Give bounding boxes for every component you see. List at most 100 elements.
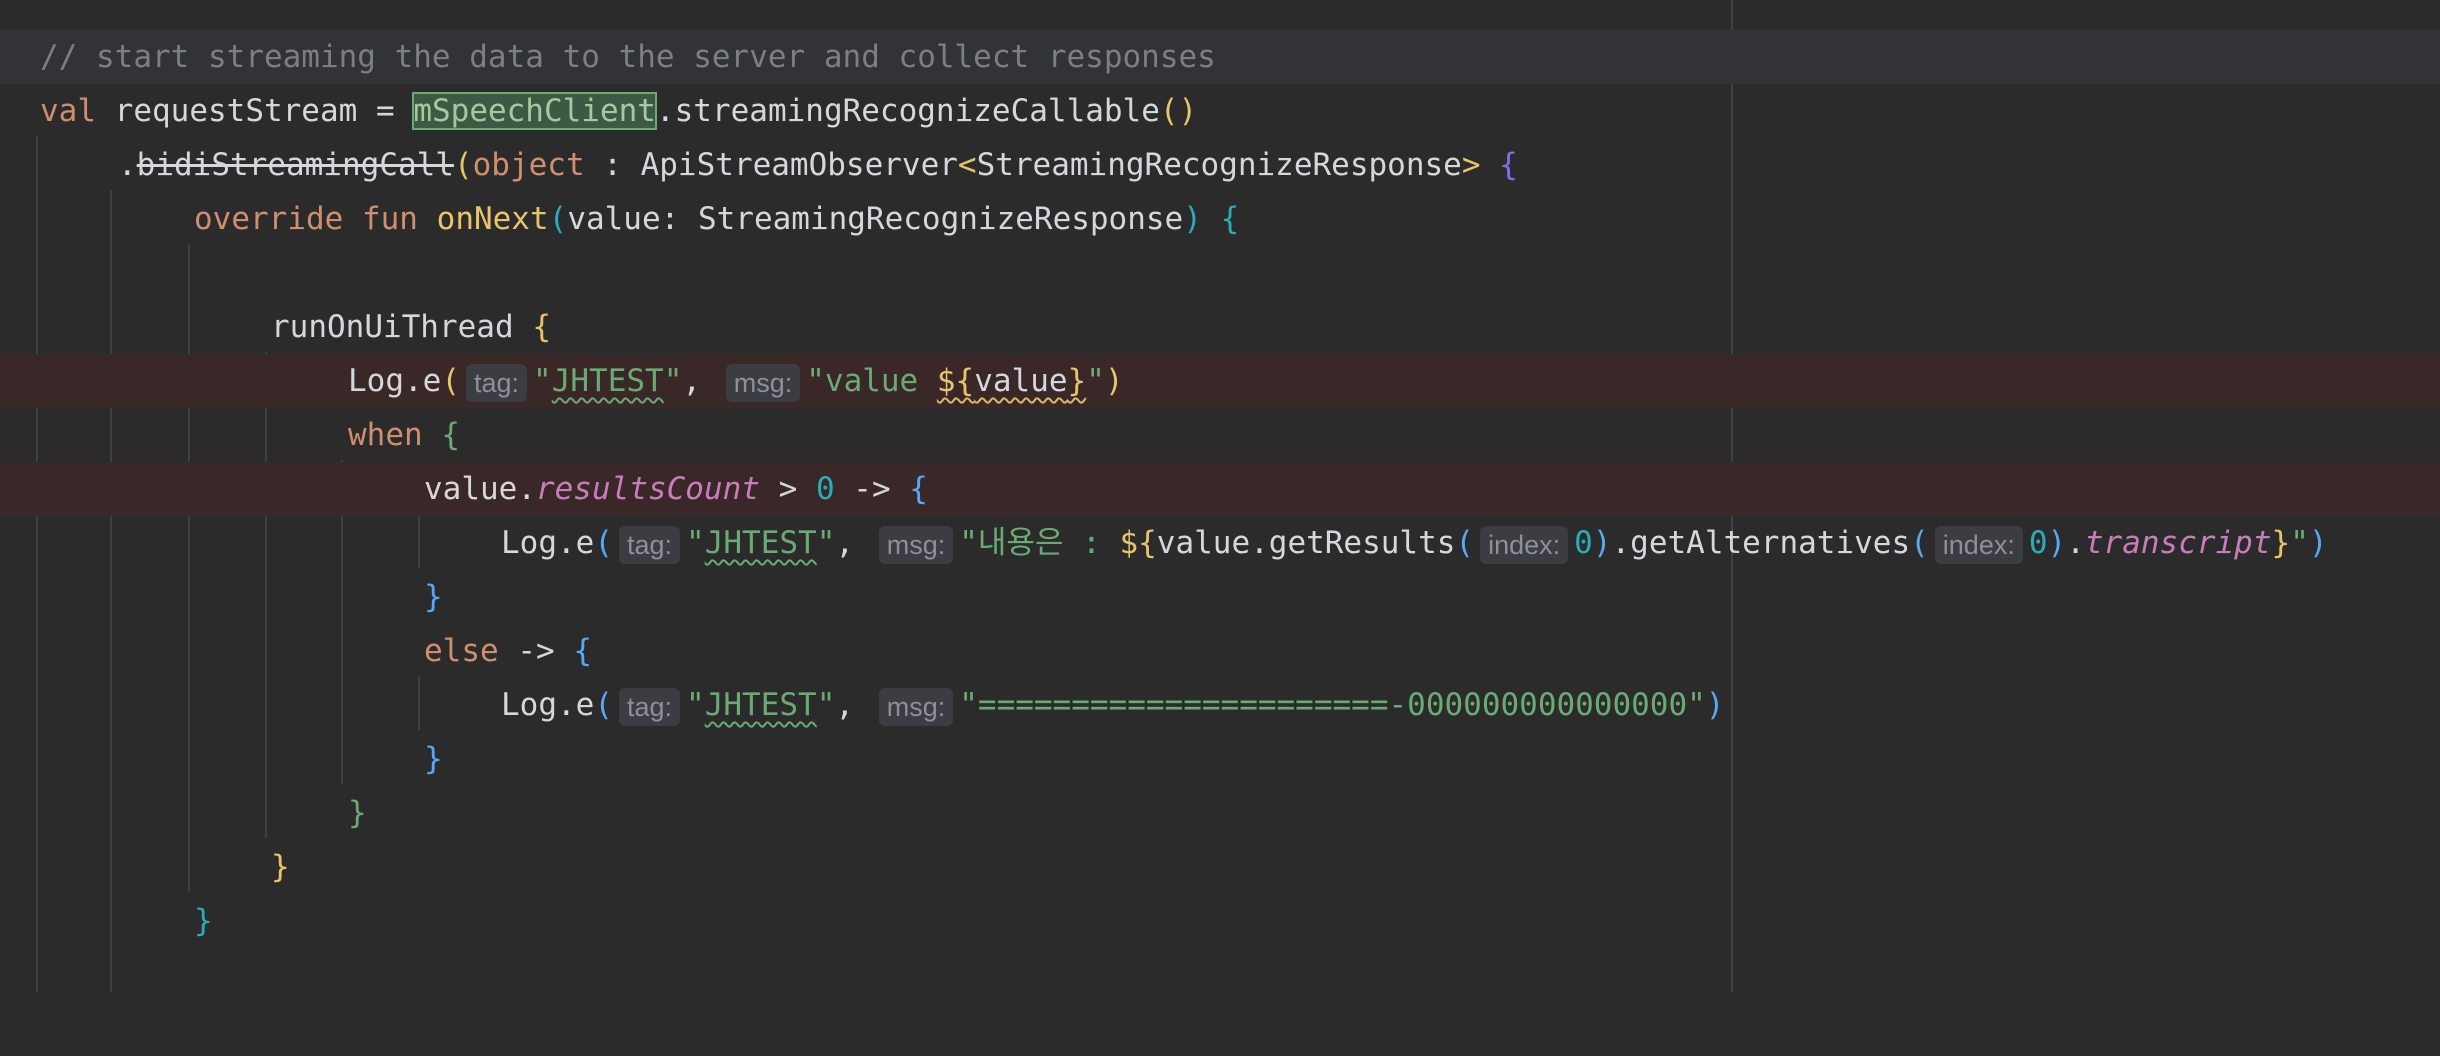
template-open: ${ [1119,525,1157,561]
open-paren: ( [1455,525,1475,561]
request-stream-identifier: requestStream [114,93,358,129]
code-line-lambda-close[interactable]: } [0,840,2440,894]
open-paren: ( [594,687,613,723]
korean-message-string: 내용은 : [977,525,1120,561]
tag-parameter-hint: tag: [466,363,528,402]
arrow-operator: -> [834,471,910,507]
code-line-results-count[interactable]: value.resultsCount > 0 -> { [0,462,2440,516]
quote: " [686,525,705,561]
line-content: value.resultsCount > 0 -> { [424,462,928,516]
jhtest-string: JHTEST [704,525,817,561]
code-line-run-on-ui[interactable]: runOnUiThread { [0,300,2440,354]
tag-parameter-hint: tag: [619,687,681,726]
function-close-brace: } [194,903,213,939]
code-line-function-close[interactable]: } [0,894,2440,948]
quote: " [959,525,978,561]
bidi-streaming-call-deprecated: bidiStreamingCall [136,147,454,183]
results-count-property: resultsCount [535,471,760,507]
close-paren: ) [1183,201,1202,237]
log-e-call: Log.e [348,363,442,399]
code-line-else-close[interactable]: } [0,732,2440,786]
code-line-branch-close[interactable]: } [0,570,2440,624]
line-content: runOnUiThread { [271,300,551,354]
else-close-brace: } [424,741,443,777]
override-keyword: override [194,201,344,237]
code-line-on-next[interactable]: override fun onNext(value: StreamingReco… [0,192,2440,246]
generic-close: > [1461,147,1481,183]
else-keyword: else [424,633,499,669]
code-line-bidi-call[interactable]: .bidiStreamingCall(object : ApiStreamObs… [0,138,2440,192]
jhtest-string: JHTEST [551,363,664,399]
get-results-call: value.getResults [1156,525,1456,561]
when-close-brace: } [348,795,367,831]
open-paren: ( [1910,525,1929,561]
line-content: Log.e(tag: "JHTEST", msg: "내용은 : ${value.g… [501,516,2328,570]
template-value: value [974,363,1068,399]
line-content: when { [348,408,460,462]
comment-text: // start streaming the data to the serve… [40,39,1216,75]
quote: " [686,687,705,723]
callable-parens: () [1159,93,1198,129]
line-content: .bidiStreamingCall(object : ApiStreamObs… [118,138,1518,192]
val-keyword: val [40,93,96,129]
api-stream-observer-type: ApiStreamObserver [640,147,958,183]
code-line-log-value[interactable]: Log.e(tag: "JHTEST", msg: "value ${value}"… [0,354,2440,408]
code-line-blank[interactable] [0,246,2440,300]
assign-operator: = [375,93,395,129]
log-e-call: Log.e [501,525,595,561]
line-content: Log.e(tag: "JHTEST", msg: "===============… [501,678,1724,732]
quote: " [816,687,836,723]
close-paren: ) [2308,525,2328,561]
else-open-brace: { [573,633,592,669]
index-parameter-hint: index: [1480,525,1569,564]
zero-literal: 0 [1574,525,1593,561]
value-dot: value. [424,471,536,507]
open-paren: ( [548,201,568,237]
open-paren: ( [453,147,473,183]
response-type: StreamingRecognizeResponse [976,147,1462,183]
code-line-when[interactable]: when { [0,408,2440,462]
code-editor[interactable]: // start streaming the data to the serve… [0,0,2440,992]
dot-operator: . [2066,525,2085,561]
quote: " [533,363,552,399]
line-content: Log.e(tag: "JHTEST", msg: "value ${value}"… [348,354,1124,408]
quote: " [816,525,836,561]
arrow-operator: -> [498,633,574,669]
colon-separator: : [584,147,641,183]
equals-message-string: ======================-000000000000000 [977,687,1688,723]
quote: " [663,363,683,399]
run-on-ui-thread-call: runOnUiThread [271,309,514,345]
speech-client-selection[interactable]: mSpeechClient [412,92,657,130]
streaming-callable-call: .streamingRecognizeCallable [655,93,1160,129]
branch-close-brace: } [424,579,443,615]
close-paren: ) [2047,525,2067,561]
lambda-open-brace: { [532,309,551,345]
fun-keyword: fun [361,201,418,237]
template-close: } [1067,363,1087,399]
when-keyword: when [348,417,423,453]
comma: , [835,687,855,723]
code-line-log-else[interactable]: Log.e(tag: "JHTEST", msg: "===============… [0,678,2440,732]
template-close: } [2271,525,2291,561]
lambda-close-brace: } [271,849,290,885]
line-content: val requestStream = mSpeechClient.stream… [40,84,1197,138]
value-prefix-string: value [824,363,937,399]
object-keyword: object [472,147,585,183]
code-line-comment[interactable]: // start streaming the data to the serve… [0,30,2440,84]
quote: " [1086,363,1105,399]
on-next-function-name: onNext [436,201,549,237]
greater-than-operator: > [759,471,816,507]
comma: , [835,525,855,561]
line-content: else -> { [424,624,592,678]
quote: " [1687,687,1706,723]
code-line-when-close[interactable]: } [0,786,2440,840]
zero-literal: 0 [815,471,835,507]
code-line-log-transcript[interactable]: Log.e(tag: "JHTEST", msg: "내용은 : ${value.g… [0,516,2440,570]
on-next-parameter: value: StreamingRecognizeResponse [567,201,1184,237]
dot-operator: . [118,147,137,183]
when-open-brace: { [441,417,460,453]
code-line-request-stream[interactable]: val requestStream = mSpeechClient.stream… [0,84,2440,138]
code-line-else[interactable]: else -> { [0,624,2440,678]
index-parameter-hint: index: [1934,525,2023,564]
quote: " [2290,525,2309,561]
